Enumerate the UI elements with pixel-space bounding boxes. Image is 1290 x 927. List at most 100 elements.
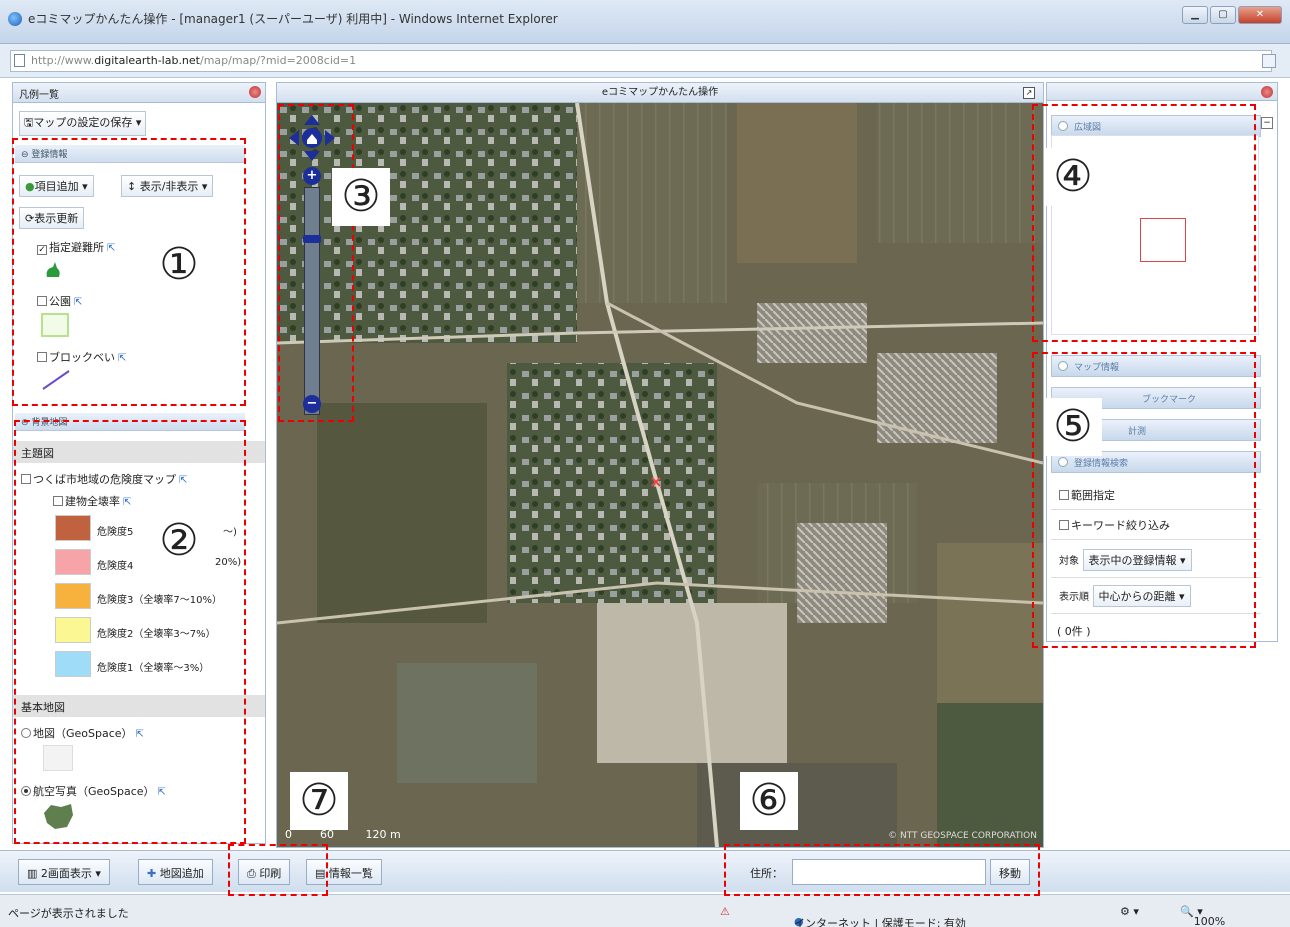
save-settings-button[interactable]: 🖫マップの設定の保存 ▾ <box>19 111 147 136</box>
page-icon <box>14 54 25 67</box>
order-row: 表示順 中心からの距離 ▾ <box>1051 579 1261 614</box>
move-button[interactable]: 移動 <box>990 859 1030 885</box>
copyright: © NTT GEOSPACE CORPORATION <box>888 831 1037 841</box>
zoom-slider-handle[interactable] <box>303 235 321 243</box>
annotation-number-1: ① <box>150 236 208 294</box>
checkbox[interactable] <box>37 296 47 306</box>
window-title: eコミマップかんたん操作 - [manager1 (スーパーユーザ) 利用中] … <box>28 12 558 26</box>
checkbox[interactable] <box>1059 520 1069 530</box>
background-map-header[interactable]: ⊖ 背景地図 <box>15 413 245 431</box>
map-info-header[interactable]: マップ情報 <box>1051 355 1261 377</box>
legend-item-park[interactable]: 公園 ⇱ <box>37 293 82 309</box>
link-icon[interactable]: ⇱ <box>118 353 126 364</box>
zoom-level[interactable]: 🔍 100% ▾ <box>1180 905 1225 927</box>
minimize-button[interactable]: ▁ <box>1182 6 1208 24</box>
collapse-rate-item[interactable]: 建物全壊率 ⇱ <box>53 493 131 509</box>
link-icon[interactable]: ⇱ <box>123 497 131 508</box>
risk-swatch-4 <box>55 549 91 575</box>
background-map-section: ⊖ 背景地図 <box>15 413 245 431</box>
overview-collapse-button[interactable]: − <box>1261 117 1273 129</box>
tool-panel-header <box>1047 83 1277 101</box>
annotation-number-7: ⑦ <box>290 772 348 830</box>
plus-icon: ● <box>25 180 35 193</box>
target-dropdown[interactable]: 表示中の登録情報 ▾ <box>1082 549 1192 571</box>
annotation-number-5: ⑤ <box>1044 398 1102 456</box>
close-button[interactable]: ✕ <box>1238 6 1282 24</box>
expand-icon <box>1058 361 1068 371</box>
map-thumbnail <box>43 745 73 771</box>
print-button[interactable]: ⎙ 印刷 <box>238 859 291 885</box>
collapse-icon <box>1058 457 1068 467</box>
base-map-item-aerial[interactable]: 航空写真（GeoSpace） ⇱ <box>21 783 166 799</box>
aerial-thumbnail <box>41 801 75 834</box>
legend-item-shelter[interactable]: ✓ 指定避難所 ⇱ <box>37 239 115 255</box>
overview-header[interactable]: 広域図 <box>1051 115 1261 137</box>
radio-button[interactable] <box>21 728 31 738</box>
plus-icon: ✚ <box>147 867 157 880</box>
address-input[interactable] <box>792 859 986 885</box>
theme-map-item[interactable]: つくば市地域の危険度マップ ⇱ <box>21 471 187 487</box>
checkbox[interactable] <box>53 496 63 506</box>
risk-swatch-5 <box>55 515 91 541</box>
annotation-number-2: ② <box>150 512 208 570</box>
registered-info-section: ⊖ 登録情報 <box>15 145 245 163</box>
target-row: 対象 表示中の登録情報 ▾ <box>1051 543 1261 578</box>
window-titlebar: eコミマップかんたん操作 - [manager1 (スーパーユーザ) 利用中] … <box>0 0 1290 44</box>
checkbox[interactable] <box>37 352 47 362</box>
collapse-icon <box>1058 121 1068 131</box>
link-icon[interactable]: ⇱ <box>136 729 144 740</box>
refresh-icon: ⟳ <box>25 212 35 225</box>
risk-swatch-3 <box>55 583 91 609</box>
panel-close-icon[interactable] <box>1261 86 1273 98</box>
protected-mode-icon[interactable]: ⚙ ▾ <box>1120 905 1139 918</box>
checkbox[interactable] <box>1059 490 1069 500</box>
maximize-button[interactable]: ▢ <box>1210 6 1236 24</box>
ie-logo-icon <box>8 12 22 26</box>
registered-info-header[interactable]: ⊖ 登録情報 <box>15 145 245 163</box>
url-field[interactable]: http://www.digitalearth-lab.net/map/map/… <box>10 50 1272 72</box>
keyword-option[interactable]: キーワード絞り込み <box>1051 511 1261 540</box>
result-count: ( 0件 ) <box>1057 625 1091 638</box>
dual-view-button[interactable]: ▥ 2画面表示 ▾ <box>18 859 110 885</box>
base-map-item-map[interactable]: 地図（GeoSpace） ⇱ <box>21 725 144 741</box>
link-icon[interactable]: ⇱ <box>158 787 166 798</box>
bottom-toolbar: ▥ 2画面表示 ▾ ✚ 地図追加 ⎙ 印刷 ▤ 情報一覧 住所： 移動 <box>0 850 1290 892</box>
annotation-number-4: ④ <box>1044 148 1102 206</box>
shelter-symbol-icon <box>43 259 63 281</box>
zoom-out-button[interactable]: − <box>303 395 321 413</box>
add-item-button[interactable]: ●項目追加 ▾ <box>19 175 94 197</box>
risk-swatch-1 <box>55 651 91 677</box>
address-label: 住所： <box>750 867 783 880</box>
compat-view-icon[interactable] <box>1262 54 1276 68</box>
info-list-button[interactable]: ▤ 情報一覧 <box>306 859 382 885</box>
risk-label-4: 危険度4 <box>97 561 134 572</box>
aerial-map[interactable]: + − 0 60 120 m © NTT GEOSPACE CORPORATIO… <box>277 103 1043 847</box>
line-symbol-icon <box>41 369 71 394</box>
address-bar: http://www.digitalearth-lab.net/map/map/… <box>0 44 1290 78</box>
link-icon[interactable]: ⇱ <box>179 475 187 486</box>
zoom-in-button[interactable]: + <box>303 167 321 185</box>
range-option[interactable]: 範囲指定 <box>1051 481 1261 510</box>
refresh-button[interactable]: ⟳表示更新 <box>19 207 85 229</box>
map-panel: eコミマップかんたん操作 ↗ + − 0 60 120 m © NTT GEOS… <box>276 82 1044 848</box>
aerial-imagery <box>277 103 1043 847</box>
zoom-slider[interactable] <box>304 187 320 415</box>
checkbox[interactable] <box>21 474 31 484</box>
order-dropdown[interactable]: 中心からの距離 ▾ <box>1092 585 1191 607</box>
link-icon[interactable]: ⇱ <box>74 297 82 308</box>
panel-close-icon[interactable] <box>249 86 261 98</box>
legend-item-block-wall[interactable]: ブロックベい ⇱ <box>37 349 126 365</box>
dual-view-icon: ▥ <box>27 867 38 880</box>
radio-button[interactable] <box>21 786 31 796</box>
risk-label-1: 危険度1（全壊率〜3%） <box>97 663 210 674</box>
show-hide-button[interactable]: ↕ 表示/非表示 ▾ <box>121 175 214 197</box>
add-map-button[interactable]: ✚ 地図追加 <box>138 859 213 885</box>
overview-viewport[interactable] <box>1140 218 1186 262</box>
pan-control[interactable] <box>287 113 337 163</box>
checkbox[interactable]: ✓ <box>37 245 47 255</box>
disk-icon: 🖫 <box>24 116 34 129</box>
link-icon[interactable]: ⇱ <box>107 243 115 254</box>
risk-suffix-4: 20%) <box>215 557 242 568</box>
status-text: ページが表示されました <box>8 907 129 920</box>
expand-icon[interactable]: ↗ <box>1023 87 1035 99</box>
